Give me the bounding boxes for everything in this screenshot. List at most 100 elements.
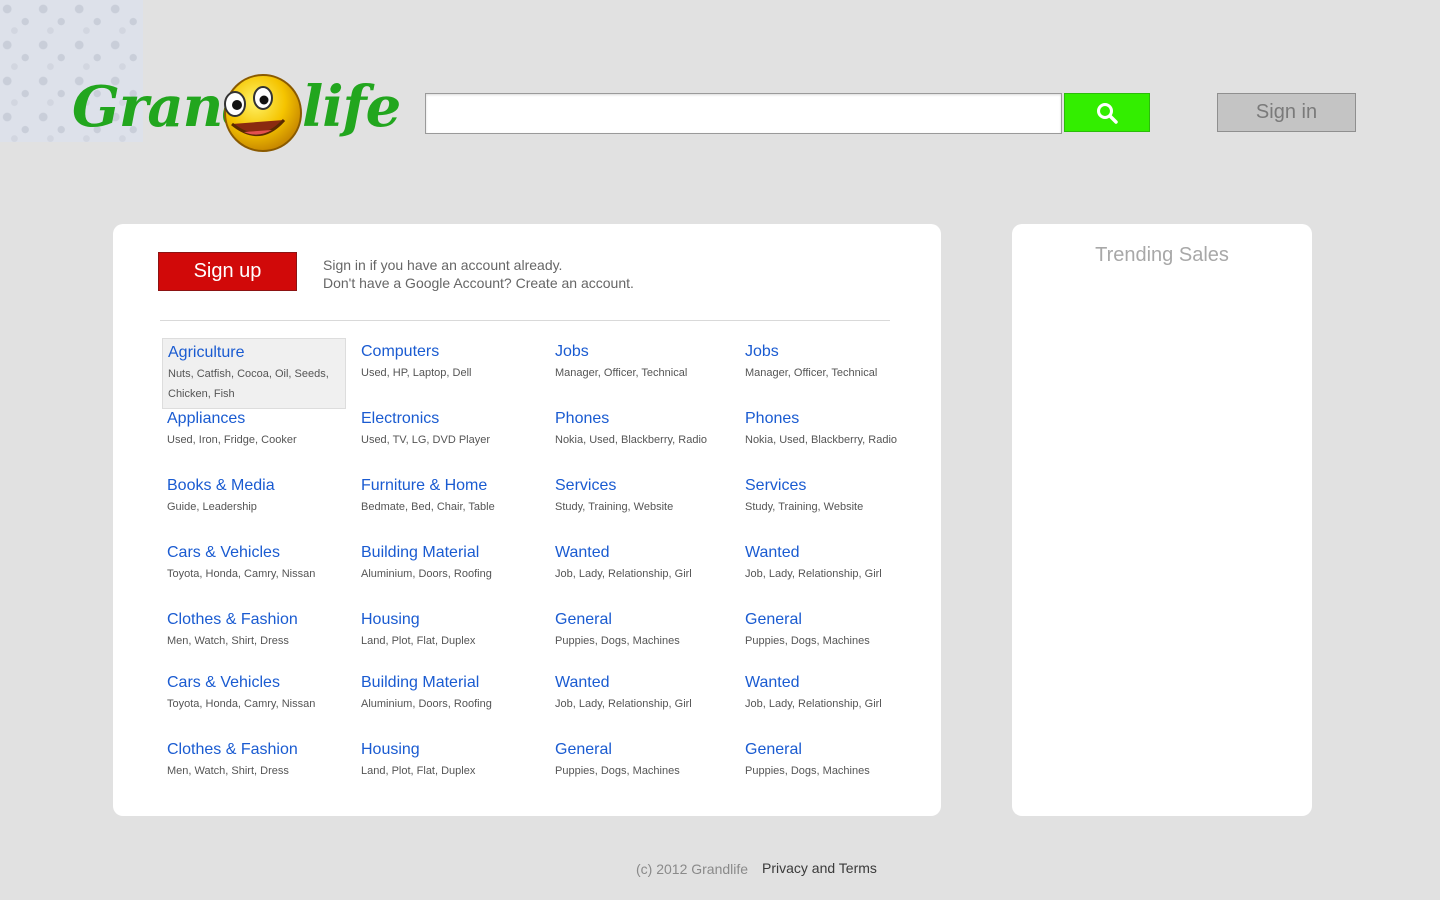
search-button[interactable]: [1064, 93, 1150, 132]
category-title-link[interactable]: Wanted: [555, 543, 729, 563]
category-item: Housing Land, Plot, Flat, Duplex: [356, 606, 540, 672]
category-item: Phones Nokia, Used, Blackberry, Radio: [740, 405, 924, 471]
divider: [160, 320, 890, 321]
trending-sales-panel: Trending Sales: [1012, 224, 1312, 816]
category-title-link[interactable]: Building Material: [361, 543, 535, 563]
smiley-face-icon: [224, 74, 302, 152]
category-title-link[interactable]: Wanted: [745, 673, 919, 693]
categories-panel: Sign up Sign in if you have an account a…: [113, 224, 941, 816]
category-item: Appliances Used, Iron, Fridge, Cooker: [162, 405, 346, 471]
category-item: Clothes & Fashion Men, Watch, Shirt, Dres…: [162, 736, 346, 802]
category-tags[interactable]: Men, Watch, Shirt, Dress: [167, 761, 341, 781]
category-tags[interactable]: Puppies, Dogs, Machines: [745, 631, 919, 651]
category-tags[interactable]: Nokia, Used, Blackberry, Radio: [745, 430, 919, 450]
category-tags[interactable]: Used, Iron, Fridge, Cooker: [167, 430, 341, 450]
category-item: Services Study, Training, Website: [740, 472, 924, 538]
category-item: Wanted Job, Lady, Relationship, Girl: [550, 539, 734, 605]
category-title-link[interactable]: Housing: [361, 610, 535, 630]
category-item: General Puppies, Dogs, Machines: [550, 606, 734, 672]
grandlife-logo[interactable]: Grand life: [72, 68, 401, 160]
category-tags[interactable]: Job, Lady, Relationship, Girl: [555, 694, 729, 714]
category-tags[interactable]: Toyota, Honda, Camry, Nissan: [167, 564, 341, 584]
category-item: Agriculture Nuts, Catfish, Cocoa, Oil, Se…: [162, 338, 346, 409]
trending-sales-title: Trending Sales: [1095, 244, 1229, 266]
category-title-link[interactable]: Building Material: [361, 673, 535, 693]
logo-word-life: life: [302, 74, 401, 140]
category-tags[interactable]: Used, TV, LG, DVD Player: [361, 430, 535, 450]
category-tags[interactable]: Puppies, Dogs, Machines: [555, 761, 729, 781]
category-tags[interactable]: Land, Plot, Flat, Duplex: [361, 631, 535, 651]
category-item: General Puppies, Dogs, Machines: [740, 606, 924, 672]
privacy-terms-link[interactable]: Privacy and Terms: [762, 860, 877, 876]
category-title-link[interactable]: General: [745, 610, 919, 630]
category-title-link[interactable]: General: [555, 740, 729, 760]
create-account-line[interactable]: Don't have a Google Account? Create an a…: [323, 274, 634, 292]
category-item: Furniture & Home Bedmate, Bed, Chair, Tab…: [356, 472, 540, 538]
category-title-link[interactable]: Jobs: [555, 342, 729, 362]
category-title-link[interactable]: Wanted: [555, 673, 729, 693]
category-tags[interactable]: Toyota, Honda, Camry, Nissan: [167, 694, 341, 714]
category-item: Phones Nokia, Used, Blackberry, Radio: [550, 405, 734, 471]
category-tags[interactable]: Men, Watch, Shirt, Dress: [167, 631, 341, 651]
category-title-link[interactable]: General: [555, 610, 729, 630]
category-tags[interactable]: Puppies, Dogs, Machines: [745, 761, 919, 781]
category-tags[interactable]: Puppies, Dogs, Machines: [555, 631, 729, 651]
category-tags[interactable]: Study, Training, Website: [555, 497, 729, 517]
category-tags[interactable]: Job, Lady, Relationship, Girl: [745, 564, 919, 584]
category-title-link[interactable]: Clothes & Fashion: [167, 740, 341, 760]
category-item: Computers Used, HP, Laptop, Dell: [356, 338, 540, 404]
category-tags[interactable]: Manager, Officer, Technical: [555, 363, 729, 383]
category-item: Jobs Manager, Officer, Technical: [550, 338, 734, 404]
category-item: Clothes & Fashion Men, Watch, Shirt, Dres…: [162, 606, 346, 672]
category-title-link[interactable]: Agriculture: [168, 343, 340, 363]
category-tags[interactable]: Used, HP, Laptop, Dell: [361, 363, 535, 383]
category-title-link[interactable]: Clothes & Fashion: [167, 610, 341, 630]
category-title-link[interactable]: Cars & Vehicles: [167, 543, 341, 563]
category-title-link[interactable]: Phones: [555, 409, 729, 429]
category-item: Books & Media Guide, Leadership: [162, 472, 346, 538]
category-title-link[interactable]: Services: [555, 476, 729, 496]
category-item: Cars & Vehicles Toyota, Honda, Camry, Nis…: [162, 539, 346, 605]
category-title-link[interactable]: Books & Media: [167, 476, 341, 496]
category-tags[interactable]: Manager, Officer, Technical: [745, 363, 919, 383]
category-title-link[interactable]: Wanted: [745, 543, 919, 563]
category-title-link[interactable]: Jobs: [745, 342, 919, 362]
category-title-link[interactable]: Housing: [361, 740, 535, 760]
category-title-link[interactable]: Phones: [745, 409, 919, 429]
category-title-link[interactable]: General: [745, 740, 919, 760]
category-tags[interactable]: Land, Plot, Flat, Duplex: [361, 761, 535, 781]
signup-button[interactable]: Sign up: [158, 252, 297, 291]
category-title-link[interactable]: Cars & Vehicles: [167, 673, 341, 693]
category-item: Jobs Manager, Officer, Technical: [740, 338, 924, 404]
category-tags[interactable]: Bedmate, Bed, Chair, Table: [361, 497, 535, 517]
category-item: General Puppies, Dogs, Machines: [550, 736, 734, 802]
category-item: Cars & Vehicles Toyota, Honda, Camry, Nis…: [162, 669, 346, 735]
footer-copyright: (c) 2012 Grandlife: [636, 861, 749, 877]
signin-info-line[interactable]: Sign in if you have an account already.: [323, 256, 634, 274]
category-title-link[interactable]: Electronics: [361, 409, 535, 429]
category-tags[interactable]: Aluminium, Doors, Roofing: [361, 694, 535, 714]
category-item: Wanted Job, Lady, Relationship, Girl: [740, 539, 924, 605]
category-title-link[interactable]: Computers: [361, 342, 535, 362]
category-item: Services Study, Training, Website: [550, 472, 734, 538]
category-title-link[interactable]: Furniture & Home: [361, 476, 535, 496]
signin-info: Sign in if you have an account already. …: [323, 256, 634, 292]
category-tags[interactable]: Nuts, Catfish, Cocoa, Oil, Seeds, Chicke…: [168, 364, 333, 404]
category-tags[interactable]: Nokia, Used, Blackberry, Radio: [555, 430, 729, 450]
search-icon: [1097, 102, 1118, 124]
category-item: Electronics Used, TV, LG, DVD Player: [356, 405, 540, 471]
category-item: Housing Land, Plot, Flat, Duplex: [356, 736, 540, 802]
search-input[interactable]: [425, 93, 1062, 134]
category-title-link[interactable]: Appliances: [167, 409, 341, 429]
category-item: General Puppies, Dogs, Machines: [740, 736, 924, 802]
category-tags[interactable]: Job, Lady, Relationship, Girl: [745, 694, 919, 714]
signin-button[interactable]: Sign in: [1217, 93, 1356, 132]
category-tags[interactable]: Study, Training, Website: [745, 497, 919, 517]
category-item: Building Material Aluminium, Doors, Roofi…: [356, 669, 540, 735]
category-item: Wanted Job, Lady, Relationship, Girl: [550, 669, 734, 735]
category-title-link[interactable]: Services: [745, 476, 919, 496]
category-tags[interactable]: Aluminium, Doors, Roofing: [361, 564, 535, 584]
category-tags[interactable]: Job, Lady, Relationship, Girl: [555, 564, 729, 584]
category-tags[interactable]: Guide, Leadership: [167, 497, 341, 517]
category-item: Wanted Job, Lady, Relationship, Girl: [740, 669, 924, 735]
